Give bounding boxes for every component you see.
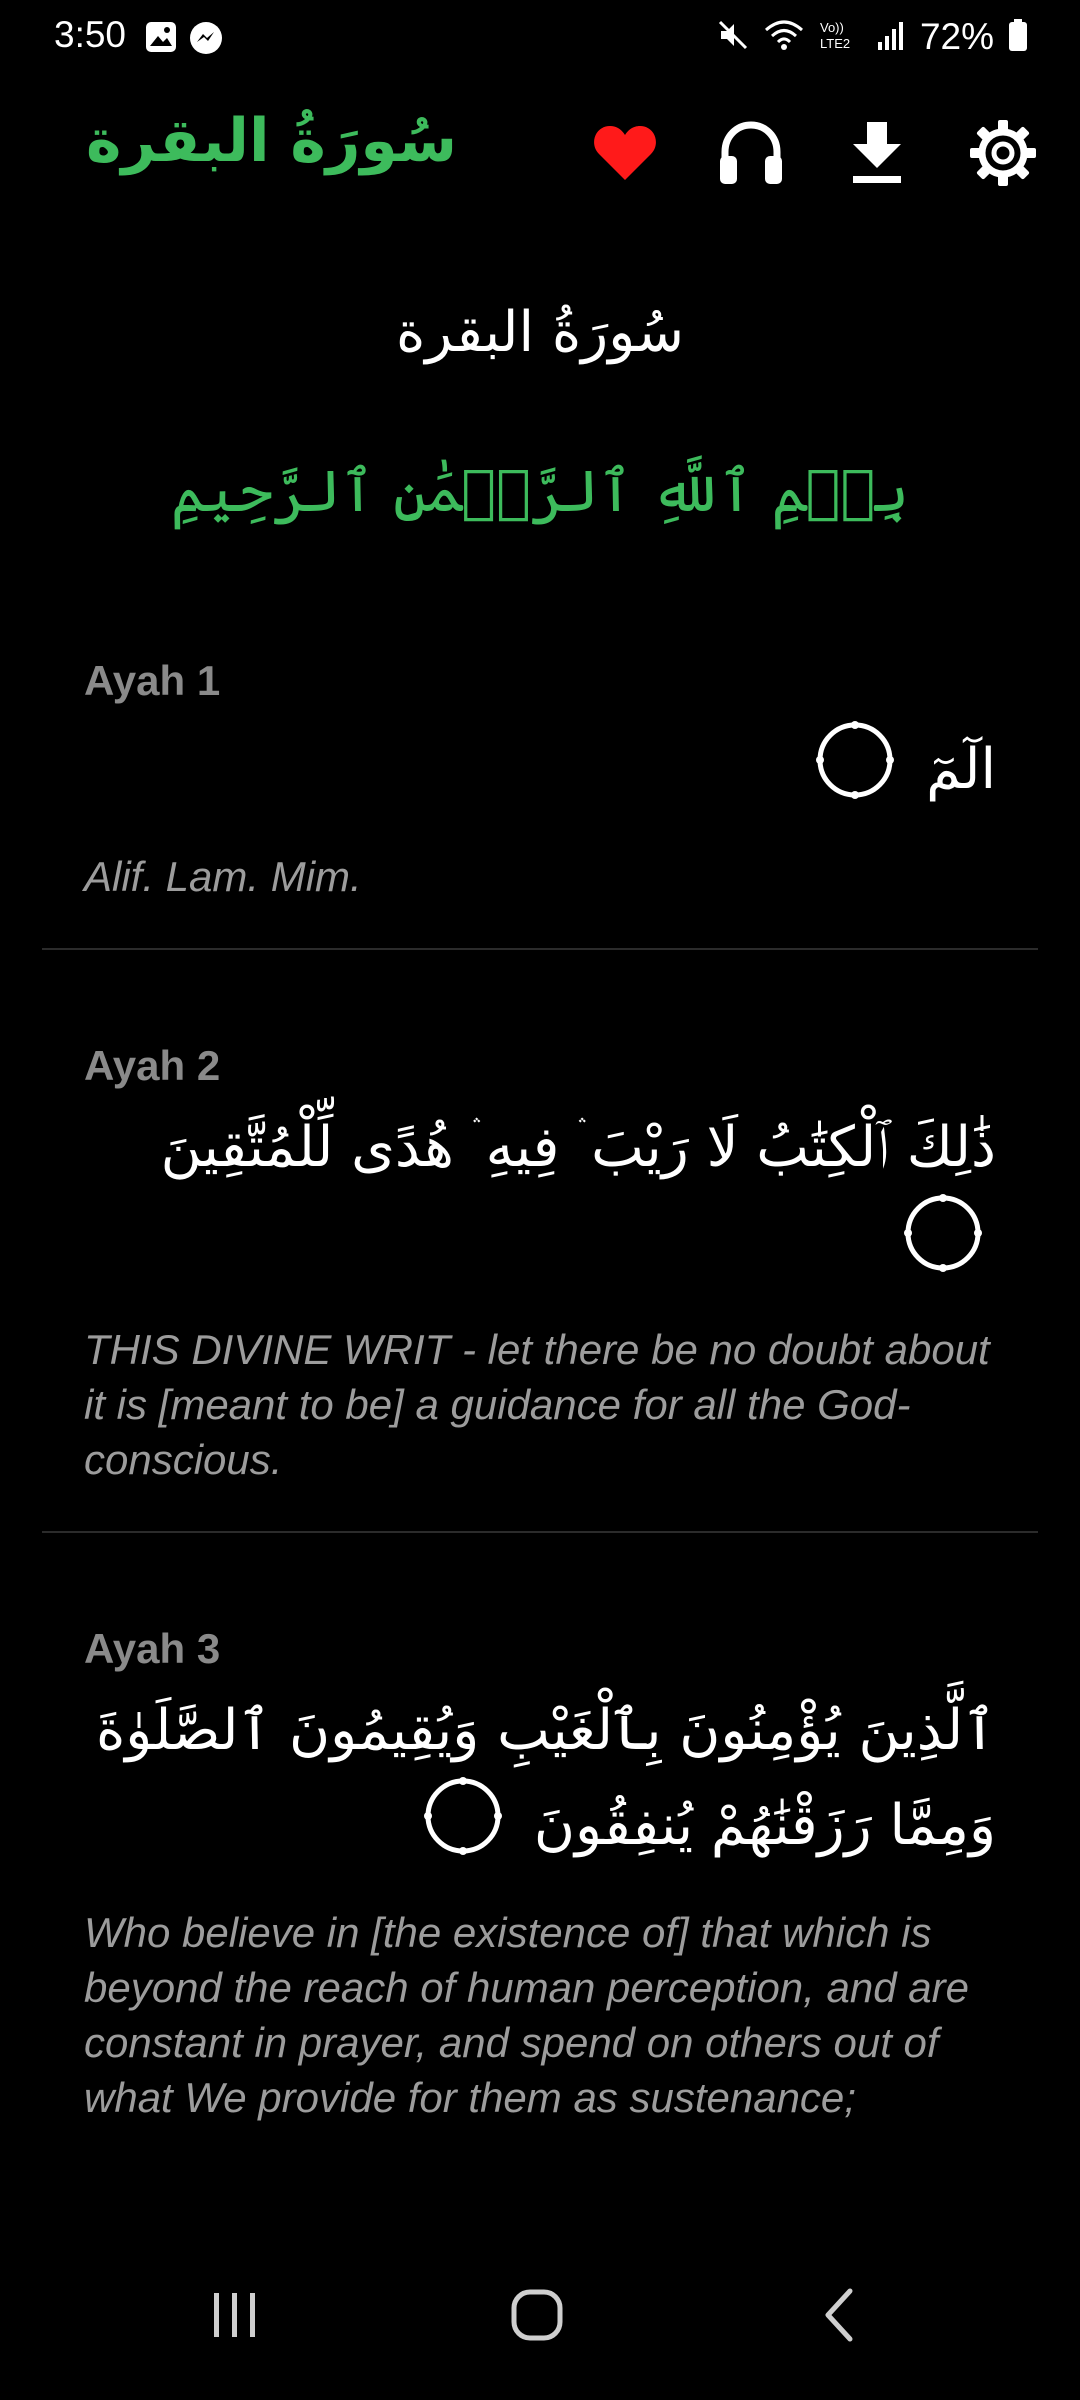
ayah-label: Ayah 3	[84, 1625, 221, 1672]
back-icon	[825, 2288, 853, 2342]
ayah-arabic: ذَٰلِكَ ٱلْكِتَٰبُ لَا رَيْبَ ۛ فِيهِ ۛ …	[160, 1115, 996, 1180]
ayah-translation: THIS DIVINE WRIT - let there be no doubt…	[84, 1326, 990, 1483]
signal-icon	[876, 18, 906, 56]
ayah-arabic-text: ٱلَّذِينَ يُؤْمِنُونَ بِٱلْغَيْبِ وَيُقِ…	[42, 1687, 1038, 1883]
download-icon	[853, 122, 901, 183]
settings-button[interactable]	[964, 114, 1042, 192]
ayah-label: Ayah 2	[84, 1042, 221, 1089]
ayah-item[interactable]: Ayah 2 ذَٰلِكَ ٱلْكِتَٰبُ لَا رَيْبَ ۛ ف…	[42, 1042, 1038, 1533]
mute-icon	[716, 18, 750, 56]
surah-heading: سُورَةُ البقرة	[395, 300, 685, 365]
gallery-icon	[144, 20, 178, 60]
bismillah: بِسۡمِ ٱللَّهِ ٱلرَّحۡمَٰنِ ٱلرَّحِيمِ	[170, 457, 910, 525]
ayah-translation: Alif. Lam. Mim.	[84, 853, 362, 900]
battery-percent: 72%	[919, 16, 994, 57]
ayah-label: Ayah 1	[84, 657, 221, 704]
audio-button[interactable]	[712, 114, 790, 192]
settings-icon	[970, 120, 1036, 186]
download-button[interactable]	[838, 114, 916, 192]
wifi-icon	[764, 18, 804, 56]
ayah-arabic-text: ذَٰلِكَ ٱلْكِتَٰبُ لَا رَيْبَ ۛ فِيهِ ۛ …	[42, 1104, 1038, 1300]
recent-apps-icon	[214, 2293, 255, 2337]
status-notification-icons	[144, 20, 224, 60]
app-bar-actions	[586, 114, 1042, 192]
svg-text:Vo)): Vo))	[820, 20, 844, 35]
home-button[interactable]	[497, 2275, 577, 2355]
ayah-end-marker-icon	[422, 1775, 504, 1883]
ayah-arabic: الٓمٓ	[926, 737, 996, 803]
ayah-item[interactable]: Ayah 1 الٓمٓ Alif. Lam. Mim.	[42, 657, 1038, 950]
surah-title: سُورَةُ البقرة	[86, 106, 457, 176]
status-time: 3:50	[54, 14, 127, 55]
surah-content[interactable]: سُورَةُ البقرة بِسۡمِ ٱللَّهِ ٱلرَّحۡمَٰ…	[0, 260, 1080, 2225]
ayah-end-marker-icon	[902, 1192, 984, 1300]
lte-icon: Vo)) LTE2	[818, 18, 862, 56]
ayah-arabic-text: الٓمٓ	[42, 719, 1038, 827]
ayah-arabic: ٱلَّذِينَ يُؤْمِنُونَ بِٱلْغَيْبِ وَيُقِ…	[95, 1698, 996, 1859]
status-system-icons: Vo)) LTE2 72%	[716, 16, 1028, 58]
messenger-icon	[188, 20, 224, 60]
heart-icon	[594, 126, 656, 180]
svg-text:LTE2: LTE2	[820, 36, 850, 51]
ayah-translation: Who believe in [the existence of] that w…	[84, 1909, 969, 2121]
back-button[interactable]	[800, 2275, 880, 2355]
ayah-end-marker-icon	[814, 719, 896, 827]
status-bar: 3:50 Vo)) LTE2 72%	[0, 0, 1080, 80]
home-icon	[511, 2289, 563, 2341]
favorite-button[interactable]	[586, 114, 664, 192]
system-nav-bar	[0, 2225, 1080, 2400]
ayah-item[interactable]: Ayah 3 ٱلَّذِينَ يُؤْمِنُونَ بِٱلْغَيْبِ…	[42, 1625, 1038, 2169]
headphones-icon	[720, 121, 782, 184]
app-bar: سُورَةُ البقرة	[0, 100, 1080, 220]
battery-icon	[1008, 18, 1028, 56]
recent-apps-button[interactable]	[195, 2275, 275, 2355]
